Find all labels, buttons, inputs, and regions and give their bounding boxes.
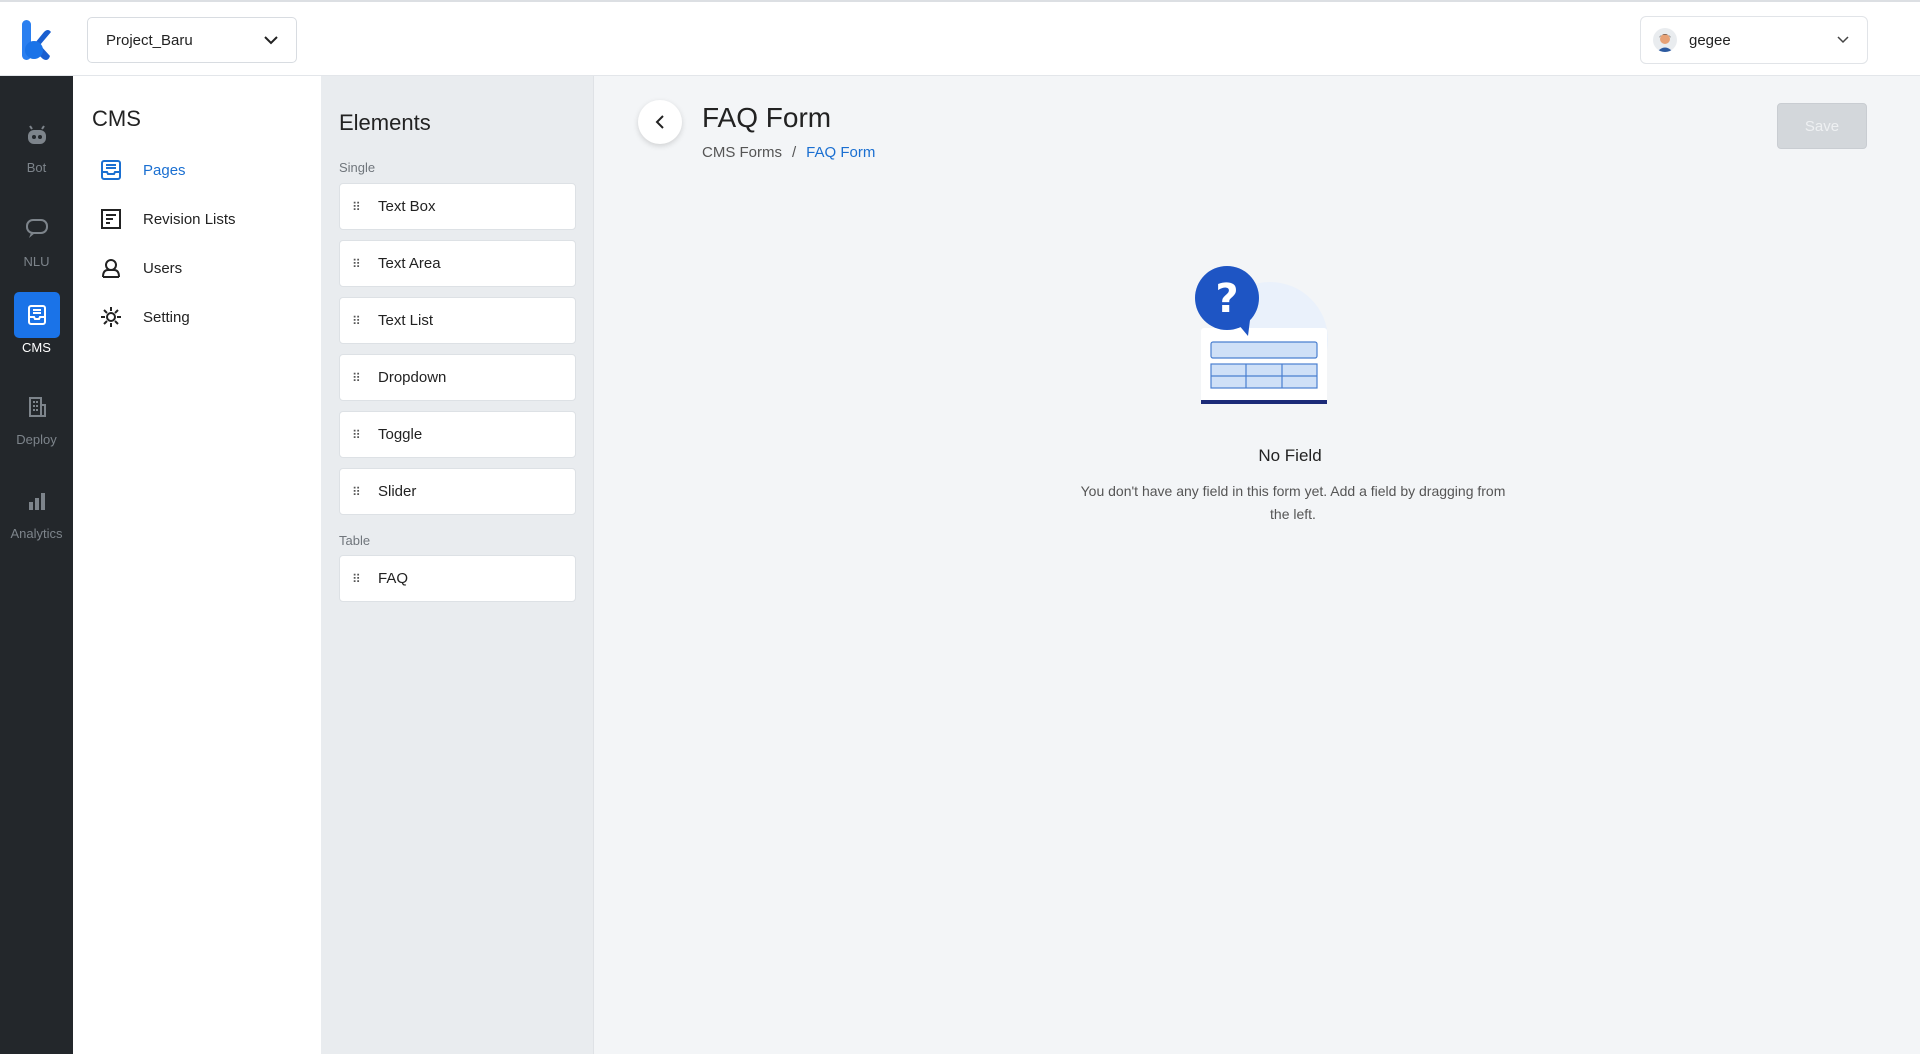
breadcrumb-current: FAQ Form xyxy=(806,144,876,161)
pages-icon xyxy=(99,158,123,182)
menu-item-pages[interactable]: Pages xyxy=(99,158,186,182)
nav-nlu-label: NLU xyxy=(23,254,50,269)
primary-nav: Bot NLU CMS Deploy Analytics xyxy=(0,76,73,1054)
menu-item-label: Setting xyxy=(143,308,190,326)
drag-handle-icon: ⠿ xyxy=(352,313,361,328)
element-label: Text List xyxy=(378,312,434,329)
drag-handle-icon: ⠿ xyxy=(352,199,361,214)
inbox-icon xyxy=(13,292,60,338)
nav-bot[interactable]: Bot xyxy=(0,112,73,192)
nav-deploy-label: Deploy xyxy=(16,432,57,447)
main-content: FAQ Form CMS Forms / FAQ Form Save ? No … xyxy=(594,76,1920,1054)
menu-item-setting[interactable]: Setting xyxy=(99,305,190,329)
element-text-list[interactable]: ⠿ Text List xyxy=(339,297,576,344)
chat-icon xyxy=(14,206,60,252)
element-label: Text Area xyxy=(378,255,441,272)
cms-title: CMS xyxy=(92,106,141,131)
elements-panel: Elements Single ⠿ Text Box ⠿ Text Area ⠿… xyxy=(321,76,594,1054)
empty-state-title-wrap: No Field xyxy=(594,446,1920,466)
nav-deploy[interactable]: Deploy xyxy=(0,384,73,464)
chevron-down-icon xyxy=(264,35,278,44)
page-title: FAQ Form xyxy=(702,102,832,133)
avatar xyxy=(1653,28,1677,52)
group-label-single: Single xyxy=(339,160,376,175)
menu-item-label: Users xyxy=(143,259,183,277)
element-toggle[interactable]: ⠿ Toggle xyxy=(339,411,576,458)
nav-analytics[interactable]: Analytics xyxy=(0,478,73,558)
breadcrumb: CMS Forms / FAQ Form xyxy=(702,144,875,161)
nav-bot-label: Bot xyxy=(26,160,47,175)
bot-icon xyxy=(14,112,60,158)
element-text-area[interactable]: ⠿ Text Area xyxy=(339,240,576,287)
bar-chart-icon xyxy=(14,478,60,524)
breadcrumb-separator: / xyxy=(792,144,797,161)
project-select[interactable]: Project_Baru xyxy=(87,17,297,63)
gear-icon xyxy=(99,305,123,329)
menu-item-users[interactable]: Users xyxy=(99,256,182,280)
menu-item-label: Revision Lists xyxy=(143,210,236,228)
element-label: FAQ xyxy=(378,570,409,587)
element-faq[interactable]: ⠿ FAQ xyxy=(339,555,576,602)
list-icon xyxy=(99,207,123,231)
empty-state-description: You don't have any field in this form ye… xyxy=(1080,483,1506,522)
nav-analytics-label: Analytics xyxy=(10,526,63,541)
breadcrumb-link-cms-forms[interactable]: CMS Forms xyxy=(702,144,782,161)
app-logo[interactable] xyxy=(20,18,52,62)
element-slider[interactable]: ⠿ Slider xyxy=(339,468,576,515)
element-text-box[interactable]: ⠿ Text Box xyxy=(339,183,576,230)
element-label: Toggle xyxy=(378,426,423,443)
empty-form-illustration-icon: ? xyxy=(1195,266,1328,404)
building-icon xyxy=(14,384,60,430)
drag-handle-icon: ⠿ xyxy=(352,484,361,499)
project-select-value: Project_Baru xyxy=(106,31,193,49)
nav-cms[interactable]: CMS xyxy=(0,292,73,372)
nav-nlu[interactable]: NLU xyxy=(0,206,73,286)
top-bar: Project_Baru gegee xyxy=(0,0,1920,76)
chevron-down-icon xyxy=(1837,36,1849,44)
element-label: Dropdown xyxy=(378,369,447,386)
cms-menu: CMS Pages Revision Lists Users Setting xyxy=(73,76,321,1054)
nav-cms-label: CMS xyxy=(22,340,51,355)
drag-handle-icon: ⠿ xyxy=(352,256,361,271)
menu-item-revision-lists[interactable]: Revision Lists xyxy=(99,207,236,231)
users-icon xyxy=(99,256,123,280)
drag-handle-icon: ⠿ xyxy=(352,370,361,385)
back-button[interactable] xyxy=(638,100,682,144)
user-menu[interactable]: gegee xyxy=(1640,16,1868,64)
empty-state-title: No Field xyxy=(1258,446,1322,465)
elements-title: Elements xyxy=(339,110,431,135)
element-label: Text Box xyxy=(378,198,436,215)
save-button[interactable]: Save xyxy=(1777,103,1867,149)
svg-text:?: ? xyxy=(1215,276,1238,322)
element-dropdown[interactable]: ⠿ Dropdown xyxy=(339,354,576,401)
user-name: gegee xyxy=(1689,31,1731,49)
drag-handle-icon: ⠿ xyxy=(352,427,361,442)
element-label: Slider xyxy=(378,483,417,500)
group-label-table: Table xyxy=(339,533,371,548)
menu-item-label: Pages xyxy=(143,161,186,179)
chevron-left-icon xyxy=(655,115,664,129)
drag-handle-icon: ⠿ xyxy=(352,571,361,586)
